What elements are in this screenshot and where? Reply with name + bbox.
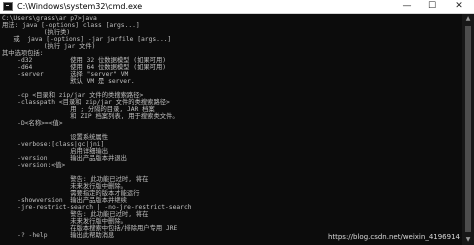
console-line: -verbose:[class|gc|jni] — [2, 141, 105, 148]
vertical-scrollbar[interactable]: ▲ ▼ — [462, 14, 474, 245]
maximize-button[interactable]: ☐ — [421, 0, 443, 13]
console-line: 警告: 此功能已过时, 将在 — [2, 211, 149, 218]
console-line: -? -help 输出此帮助消息 — [2, 232, 115, 239]
scroll-thumb[interactable] — [465, 26, 471, 232]
title-bar[interactable]: C:\Windows\system32\cmd.exe — ☐ ✕ — [0, 0, 474, 14]
console-line: -cp <目录和 zip/jar 文件的类搜索路径> — [2, 92, 144, 99]
scroll-down-icon[interactable]: ▼ — [462, 235, 474, 245]
console-line: 用法: java [-options] class [args...] — [2, 22, 140, 29]
console-line: -showversion 输出产品版本并继续 — [2, 197, 127, 204]
console-line: 和 ZIP 档案列表, 用于搜索类文件。 — [2, 113, 179, 120]
close-button[interactable]: ✕ — [448, 0, 470, 13]
console-line: 或 java [-options] -jar jarfile [args...] — [2, 36, 172, 43]
console-line: -jre-restrict-search | -no-jre-restrict-… — [2, 204, 192, 211]
console-line: -version 输出产品版本并退出 — [2, 155, 127, 162]
console-line: 设置系统属性 — [2, 134, 109, 141]
console-line: 警告: 此功能已过时, 将在 — [2, 176, 149, 183]
console-line: 默认 VM 是 server. — [2, 78, 135, 85]
minimize-button[interactable]: — — [396, 0, 418, 13]
console-line: -d64 使用 64 位数据模型 (如果可用) — [2, 64, 167, 71]
console-line: -d32 使用 32 位数据模型 (如果可用) — [2, 57, 167, 64]
console-line: 未来发行版中删除。 — [2, 218, 127, 225]
console-line: 其中选项包括: — [2, 50, 44, 57]
console-line: (执行类) — [2, 29, 71, 36]
scroll-up-icon[interactable]: ▲ — [462, 14, 474, 24]
console-line: 用 ; 分隔的目录, JAR 档案 — [2, 106, 155, 113]
window-title: C:\Windows\system32\cmd.exe — [17, 2, 143, 11]
console-line: 在版本搜索中包括/排除用户专用 JRE — [2, 225, 178, 232]
console-line: -classpath <目录和 zip/jar 文件的类搜索路径> — [2, 99, 170, 106]
console-line: 启用详细输出 — [2, 148, 109, 155]
cmd-icon — [3, 2, 13, 11]
console-output[interactable]: C:\Users\grass\ar p7>java 用法: java [-opti… — [0, 14, 462, 245]
console-line: -server 选择 "server" VM — [2, 71, 129, 78]
console-line: C:\Users\grass\ar p7>java — [2, 15, 97, 22]
console-line: (执行 jar 文件) — [2, 43, 96, 50]
watermark: https://blog.csdn.net/weixin_4196914 — [327, 233, 460, 241]
console-line: 未来发行版中删除。 — [2, 183, 127, 190]
console-line: 需要指定的版本才能运行 — [2, 190, 140, 197]
console-line: -version:<值> — [2, 162, 66, 169]
cmd-window: C:\Windows\system32\cmd.exe — ☐ ✕ C:\Use… — [0, 0, 474, 245]
console-line: -D<名称>=<值> — [2, 120, 63, 127]
